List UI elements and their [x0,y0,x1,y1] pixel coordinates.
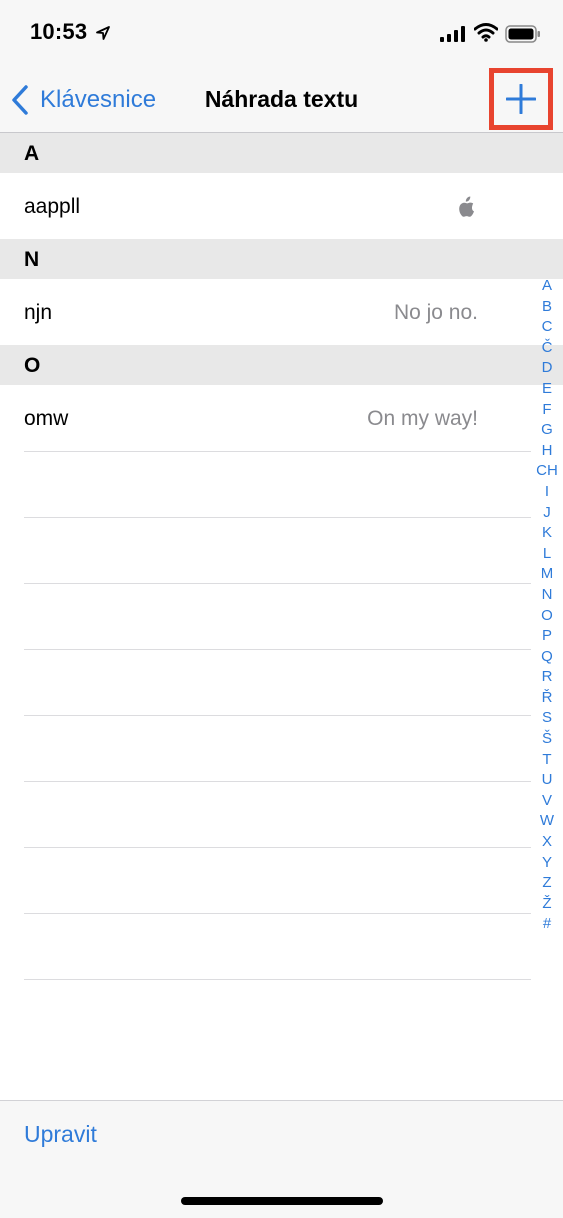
empty-rows [0,451,563,1045]
index-letter[interactable]: CH [532,461,562,482]
index-letter[interactable]: # [532,914,562,935]
section-header-label: A [24,142,40,165]
index-letter[interactable]: P [532,626,562,647]
index-letter[interactable]: C [532,317,562,338]
shortcut-text: njn [24,301,53,324]
phrase-text: On my way! [367,407,478,430]
wifi-icon [474,23,498,42]
phrase-text: No jo no. [393,301,478,324]
index-letter[interactable]: L [532,544,562,565]
index-letter[interactable]: K [532,523,562,544]
add-button[interactable] [489,68,553,130]
home-indicator[interactable] [181,1197,383,1205]
index-letter[interactable]: U [532,770,562,791]
list-item[interactable]: omw On my way! [0,385,563,451]
index-letter[interactable]: F [532,400,562,421]
empty-row-separator [24,517,531,583]
index-letter[interactable]: R [532,667,562,688]
index-letter[interactable]: O [532,606,562,627]
index-letter[interactable]: I [532,482,562,503]
battery-icon [505,25,540,43]
index-letter[interactable]: Š [532,729,562,750]
page-title: Náhrada textu [204,86,359,112]
section-header-a: A [0,133,563,173]
signal-icon [440,26,465,42]
empty-row-separator [24,715,531,781]
edit-button[interactable]: Upravit [24,1121,97,1148]
index-letter[interactable]: M [532,564,562,585]
index-letter[interactable]: T [532,750,562,771]
empty-row-separator [24,583,531,649]
bottom-toolbar: Upravit [0,1100,563,1218]
index-letter[interactable]: G [532,420,562,441]
index-letter[interactable]: X [532,832,562,853]
index-letter[interactable]: W [532,811,562,832]
index-letter[interactable]: Ž [532,894,562,915]
empty-row-separator [24,781,531,847]
index-letter[interactable]: E [532,379,562,400]
index-letter[interactable]: Z [532,873,562,894]
index-letter[interactable]: H [532,441,562,462]
section-header-o: O [0,345,563,385]
index-letter[interactable]: N [532,585,562,606]
section-header-n: N [0,239,563,279]
empty-row-separator [24,847,531,913]
list-item[interactable]: njn No jo no. [0,279,563,345]
index-letter[interactable]: S [532,708,562,729]
empty-row-separator [24,451,531,517]
index-letter[interactable]: D [532,358,562,379]
shortcut-text: aappll [24,195,81,218]
index-letter[interactable]: B [532,297,562,318]
screen: 10:53 Klávesnice Náhrada textu A aappll … [0,0,563,1218]
status-bar: 10:53 [0,0,563,70]
empty-row-separator [24,913,531,979]
plus-icon [506,84,536,114]
empty-row-separator [24,979,531,1045]
index-letter[interactable]: Č [532,338,562,359]
section-header-label: N [24,248,40,271]
index-letter[interactable]: J [532,503,562,524]
shortcut-text: omw [24,407,69,430]
empty-row-separator [24,649,531,715]
replacement-list: A aappll N njn No jo no. O omw On my way… [0,133,563,451]
index-letter[interactable]: Ř [532,688,562,709]
section-header-label: O [24,354,41,377]
index-letter[interactable]: A [532,276,562,297]
page-title-wrap: Náhrada textu [0,86,563,113]
apple-logo-icon [459,196,474,217]
list-item[interactable]: aappll [0,173,563,239]
status-time: 10:53 [30,19,88,44]
navigation-bar: Klávesnice Náhrada textu [0,68,563,133]
location-arrow-icon [96,26,110,40]
index-letter[interactable]: Q [532,647,562,668]
section-index[interactable]: A B C Č D E F G H CH I J K L M N O P Q R Ř S Š T U V W X Y Z Ž # [532,276,562,935]
index-letter[interactable]: V [532,791,562,812]
index-letter[interactable]: Y [532,853,562,874]
